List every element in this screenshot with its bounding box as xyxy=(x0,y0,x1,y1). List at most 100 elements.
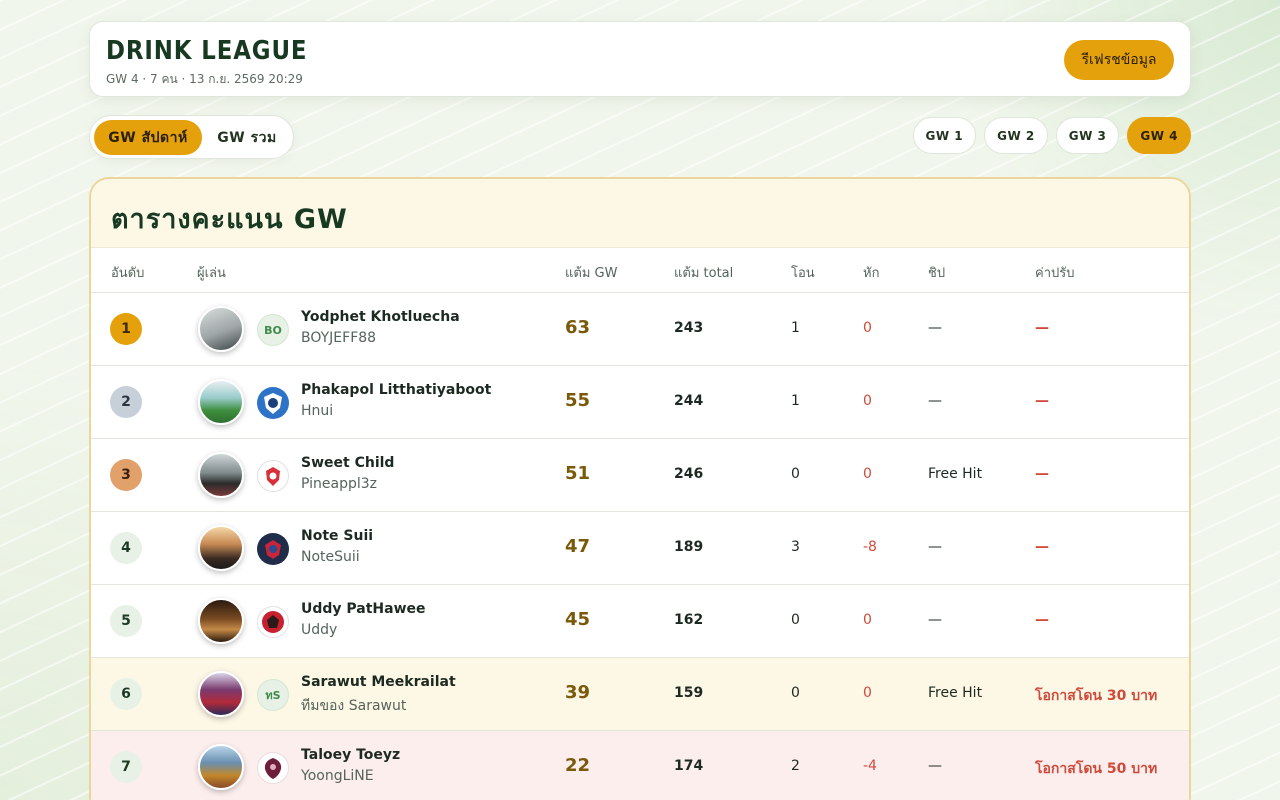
tab-gw-4[interactable]: GW 4 xyxy=(1127,117,1191,154)
hits: 0 xyxy=(863,320,872,336)
hits: -4 xyxy=(863,758,877,774)
chip: — xyxy=(928,612,942,628)
table-row[interactable]: 7 Taloey Toeyz YoongLiNE 22 174 2 -4 — โ… xyxy=(91,731,1189,800)
rank-badge: 1 xyxy=(110,313,142,345)
hits: 0 xyxy=(863,685,872,701)
total-points: 162 xyxy=(674,612,704,628)
standings-board: ตารางคะแนน GW อันดับ ผู้เล่น แต้ม GW แต้… xyxy=(89,177,1191,800)
team-initials-icon: BO xyxy=(257,314,289,346)
total-points: 243 xyxy=(674,320,704,336)
total-points: 159 xyxy=(674,685,704,701)
col-chip: ชิป xyxy=(928,266,946,281)
fine: โอกาสโดน 50 บาท xyxy=(1035,761,1158,777)
avatar xyxy=(198,452,244,498)
board-title: ตารางคะแนน GW xyxy=(111,204,348,235)
avatar xyxy=(198,525,244,571)
avatar xyxy=(198,379,244,425)
gw-points: 45 xyxy=(565,609,591,630)
rank-badge: 6 xyxy=(110,678,142,710)
hits: 0 xyxy=(863,612,872,628)
transfers: 0 xyxy=(791,612,800,628)
chip: Free Hit xyxy=(928,685,983,701)
col-player: ผู้เล่น xyxy=(197,266,226,281)
avatar xyxy=(198,306,244,352)
table-row[interactable]: 6 ทS Sarawut Meekrailat ทีมของ Sarawut 3… xyxy=(91,658,1189,731)
transfers: 0 xyxy=(791,466,800,482)
team-name: Pineappl3z xyxy=(301,476,378,492)
fine: — xyxy=(1035,466,1049,482)
maroon-crest-icon xyxy=(257,752,289,784)
dark-crest-icon xyxy=(257,533,289,565)
table-header: อันดับ ผู้เล่น แต้ม GW แต้ม total โอน หั… xyxy=(91,248,1189,293)
col-fine: ค่าปรับ xyxy=(1035,266,1075,281)
rank-badge: 3 xyxy=(110,459,142,491)
hits: 0 xyxy=(863,466,872,482)
gw-points: 51 xyxy=(565,463,591,484)
tab-gw-2[interactable]: GW 2 xyxy=(984,117,1048,154)
transfers: 1 xyxy=(791,393,800,409)
table-row[interactable]: 4 Note Suii NoteSuii 47 189 3 -8 — — xyxy=(91,512,1189,585)
chip: — xyxy=(928,393,942,409)
board-header: ตารางคะแนน GW xyxy=(91,179,1189,248)
col-hits: หัก xyxy=(863,266,880,281)
table-row[interactable]: 1 BO Yodphet Khotluecha BOYJEFF88 63 243… xyxy=(91,293,1189,366)
tab-gw-1[interactable]: GW 1 xyxy=(912,117,977,154)
player-name: Sarawut Meekrailat xyxy=(301,674,456,690)
col-total-points: แต้ม total xyxy=(674,266,734,281)
avatar xyxy=(198,671,244,717)
gw-points: 63 xyxy=(565,317,591,338)
rank-badge: 7 xyxy=(110,751,142,783)
overall-mode-button[interactable]: GW รวม xyxy=(204,120,290,155)
col-transfers: โอน xyxy=(791,266,815,281)
chip: Free Hit xyxy=(928,466,983,482)
hits: 0 xyxy=(863,393,872,409)
player-name: Yodphet Khotluecha xyxy=(301,309,460,325)
table-row[interactable]: 5 Uddy PatHawee Uddy 45 162 0 0 — — xyxy=(91,585,1189,658)
avatar xyxy=(198,598,244,644)
avatar xyxy=(198,744,244,790)
transfers: 0 xyxy=(791,685,800,701)
fine: โอกาสโดน 30 บาท xyxy=(1035,688,1158,704)
fine: — xyxy=(1035,393,1049,409)
fine: — xyxy=(1035,320,1049,336)
fine: — xyxy=(1035,612,1049,628)
team-name: BOYJEFF88 xyxy=(301,330,377,346)
app-header: DRINK LEAGUE GW 4 · 7 คน · 13 ก.ย. 2569 … xyxy=(89,21,1191,97)
weekly-mode-button[interactable]: GW สัปดาห์ xyxy=(94,120,202,155)
transfers: 1 xyxy=(791,320,800,336)
gw-points: 47 xyxy=(565,536,591,557)
team-name: YoongLiNE xyxy=(301,768,374,784)
gw-points: 55 xyxy=(565,390,591,411)
refresh-button[interactable]: รีเฟรชข้อมูล xyxy=(1064,40,1174,80)
gameweek-tabs: GW 1 GW 2 GW 3 GW 4 xyxy=(912,117,1191,155)
rank-badge: 4 xyxy=(110,532,142,564)
gw-points: 22 xyxy=(565,755,591,776)
chip: — xyxy=(928,539,942,555)
chip: — xyxy=(928,320,942,336)
chip: — xyxy=(928,758,942,774)
total-points: 246 xyxy=(674,466,704,482)
shield-crest-icon xyxy=(257,387,289,419)
player-name: Uddy PatHawee xyxy=(301,601,426,617)
rank-badge: 5 xyxy=(110,605,142,637)
tab-gw-3[interactable]: GW 3 xyxy=(1055,117,1120,154)
table-row[interactable]: 3 Sweet Child Pineappl3z 51 246 0 0 Free… xyxy=(91,439,1189,512)
team-initials-icon: ทS xyxy=(257,679,289,711)
team-name: Hnui xyxy=(301,403,334,419)
transfers: 2 xyxy=(791,758,800,774)
col-rank: อันดับ xyxy=(111,266,145,281)
league-title: DRINK LEAGUE xyxy=(106,36,308,66)
total-points: 244 xyxy=(674,393,704,409)
pineapple-crest-icon xyxy=(257,460,289,492)
table-row[interactable]: 2 Phakapol Litthatiyaboot Hnui 55 244 1 … xyxy=(91,366,1189,439)
player-name: Sweet Child xyxy=(301,455,395,471)
col-gw-points: แต้ม GW xyxy=(565,266,618,281)
fine: — xyxy=(1035,539,1049,555)
league-subtitle: GW 4 · 7 คน · 13 ก.ย. 2569 20:29 xyxy=(106,72,303,86)
mode-toggle: GW สัปดาห์ GW รวม xyxy=(89,115,294,159)
team-name: Uddy xyxy=(301,622,338,638)
hits: -8 xyxy=(863,539,877,555)
transfers: 3 xyxy=(791,539,800,555)
total-points: 174 xyxy=(674,758,704,774)
team-name: NoteSuii xyxy=(301,549,360,565)
